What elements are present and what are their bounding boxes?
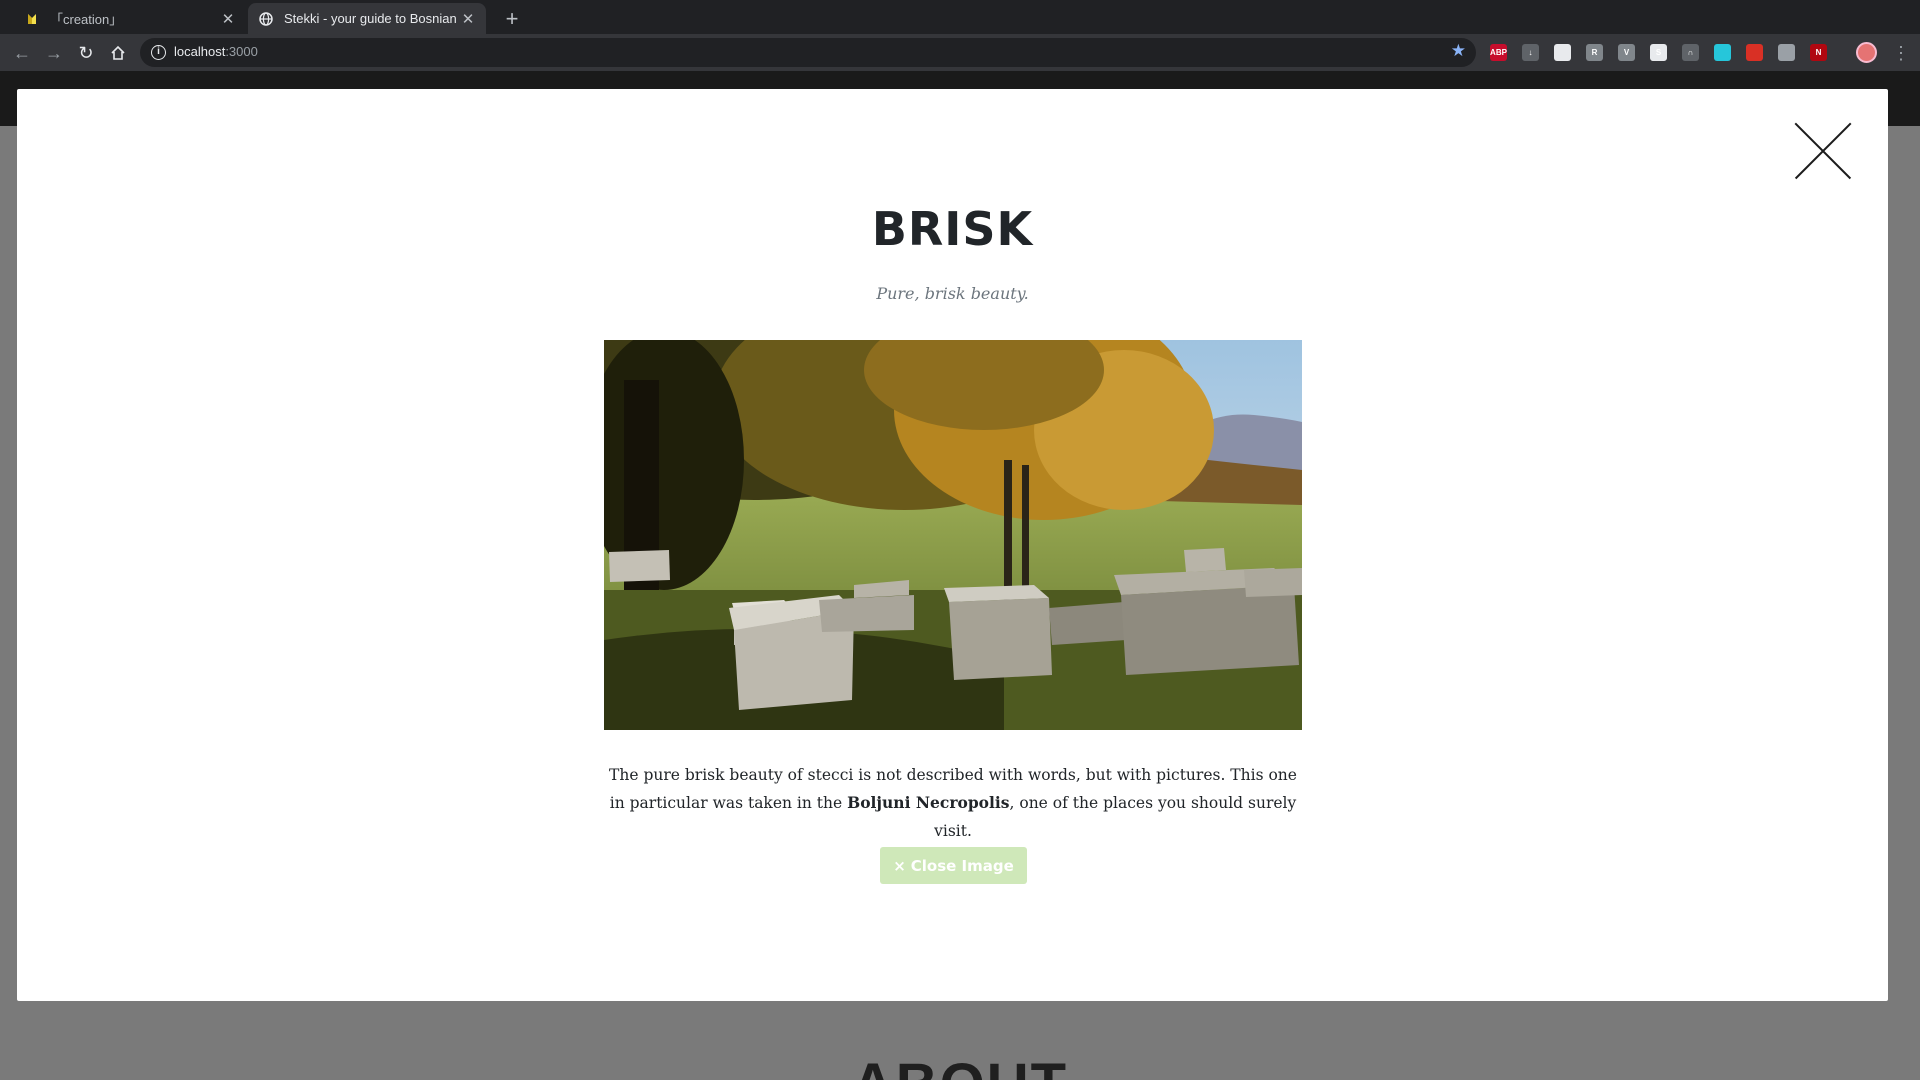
calendar-icon[interactable]: [1554, 44, 1571, 61]
netflix-icon[interactable]: N: [1810, 44, 1827, 61]
portfolio-modal: BRISK Pure, brisk beauty. The pure brisk…: [17, 89, 1888, 1001]
tab-title: 「creation」: [50, 12, 123, 27]
extension-s-icon[interactable]: S: [1650, 44, 1667, 61]
browser-tab-stekki[interactable]: Stekki - your guide to Bosnian b ✕: [248, 3, 486, 34]
stecci-necropolis-photo: [604, 340, 1302, 730]
modal-title: BRISK: [871, 202, 1034, 256]
download-icon[interactable]: ↓: [1522, 44, 1539, 61]
globe-icon: [258, 11, 274, 27]
modal-subtitle: Pure, brisk beauty.: [876, 284, 1029, 303]
modal-close-icon[interactable]: [1795, 123, 1851, 179]
necropolis-name: Boljuni Necropolis: [847, 793, 1010, 812]
tab-close-icon[interactable]: ✕: [458, 10, 478, 28]
tab-title: Stekki - your guide to Bosnian b: [284, 11, 458, 26]
notifications-icon[interactable]: [1746, 44, 1763, 61]
browser-tab-creation[interactable]: 「creation」 ✕: [14, 3, 246, 34]
adblock-plus-icon[interactable]: ABP: [1490, 44, 1507, 61]
close-image-label: Close Image: [910, 856, 1014, 875]
bookmark-star-icon[interactable]: ★: [1451, 41, 1466, 61]
tab-close-icon[interactable]: ✕: [218, 10, 238, 28]
new-tab-button[interactable]: +: [498, 5, 526, 33]
extension-r-icon[interactable]: R: [1586, 44, 1603, 61]
filter-icon[interactable]: [1714, 44, 1731, 61]
browser-toolbar: ← → ↻ i localhost:3000 ★ ABP ↓ R V S ∩ N ⋮: [0, 34, 1920, 71]
close-icon: ×: [893, 856, 906, 875]
back-arrow-icon[interactable]: ←: [8, 39, 36, 67]
home-icon[interactable]: [104, 39, 132, 67]
site-info-icon[interactable]: i: [151, 45, 166, 60]
copy-icon[interactable]: [1778, 44, 1795, 61]
close-image-button[interactable]: × Close Image: [880, 847, 1027, 884]
creation-favicon-icon: [24, 11, 40, 27]
profile-avatar[interactable]: [1856, 42, 1877, 63]
browser-tab-bar: 「creation」 ✕ Stekki - your guide to Bosn…: [0, 0, 1920, 34]
vue-devtools-icon[interactable]: V: [1618, 44, 1635, 61]
menu-kebab-icon[interactable]: ⋮: [1892, 39, 1910, 67]
extension-n-icon[interactable]: ∩: [1682, 44, 1699, 61]
forward-arrow-icon[interactable]: →: [40, 39, 68, 67]
modal-description: The pure brisk beauty of stecci is not d…: [609, 766, 1297, 840]
url-text: localhost:3000: [174, 44, 258, 59]
address-bar[interactable]: i localhost:3000 ★: [140, 38, 1476, 67]
about-section-heading: ABOUT: [0, 1051, 1920, 1080]
reload-icon[interactable]: ↻: [72, 39, 100, 67]
